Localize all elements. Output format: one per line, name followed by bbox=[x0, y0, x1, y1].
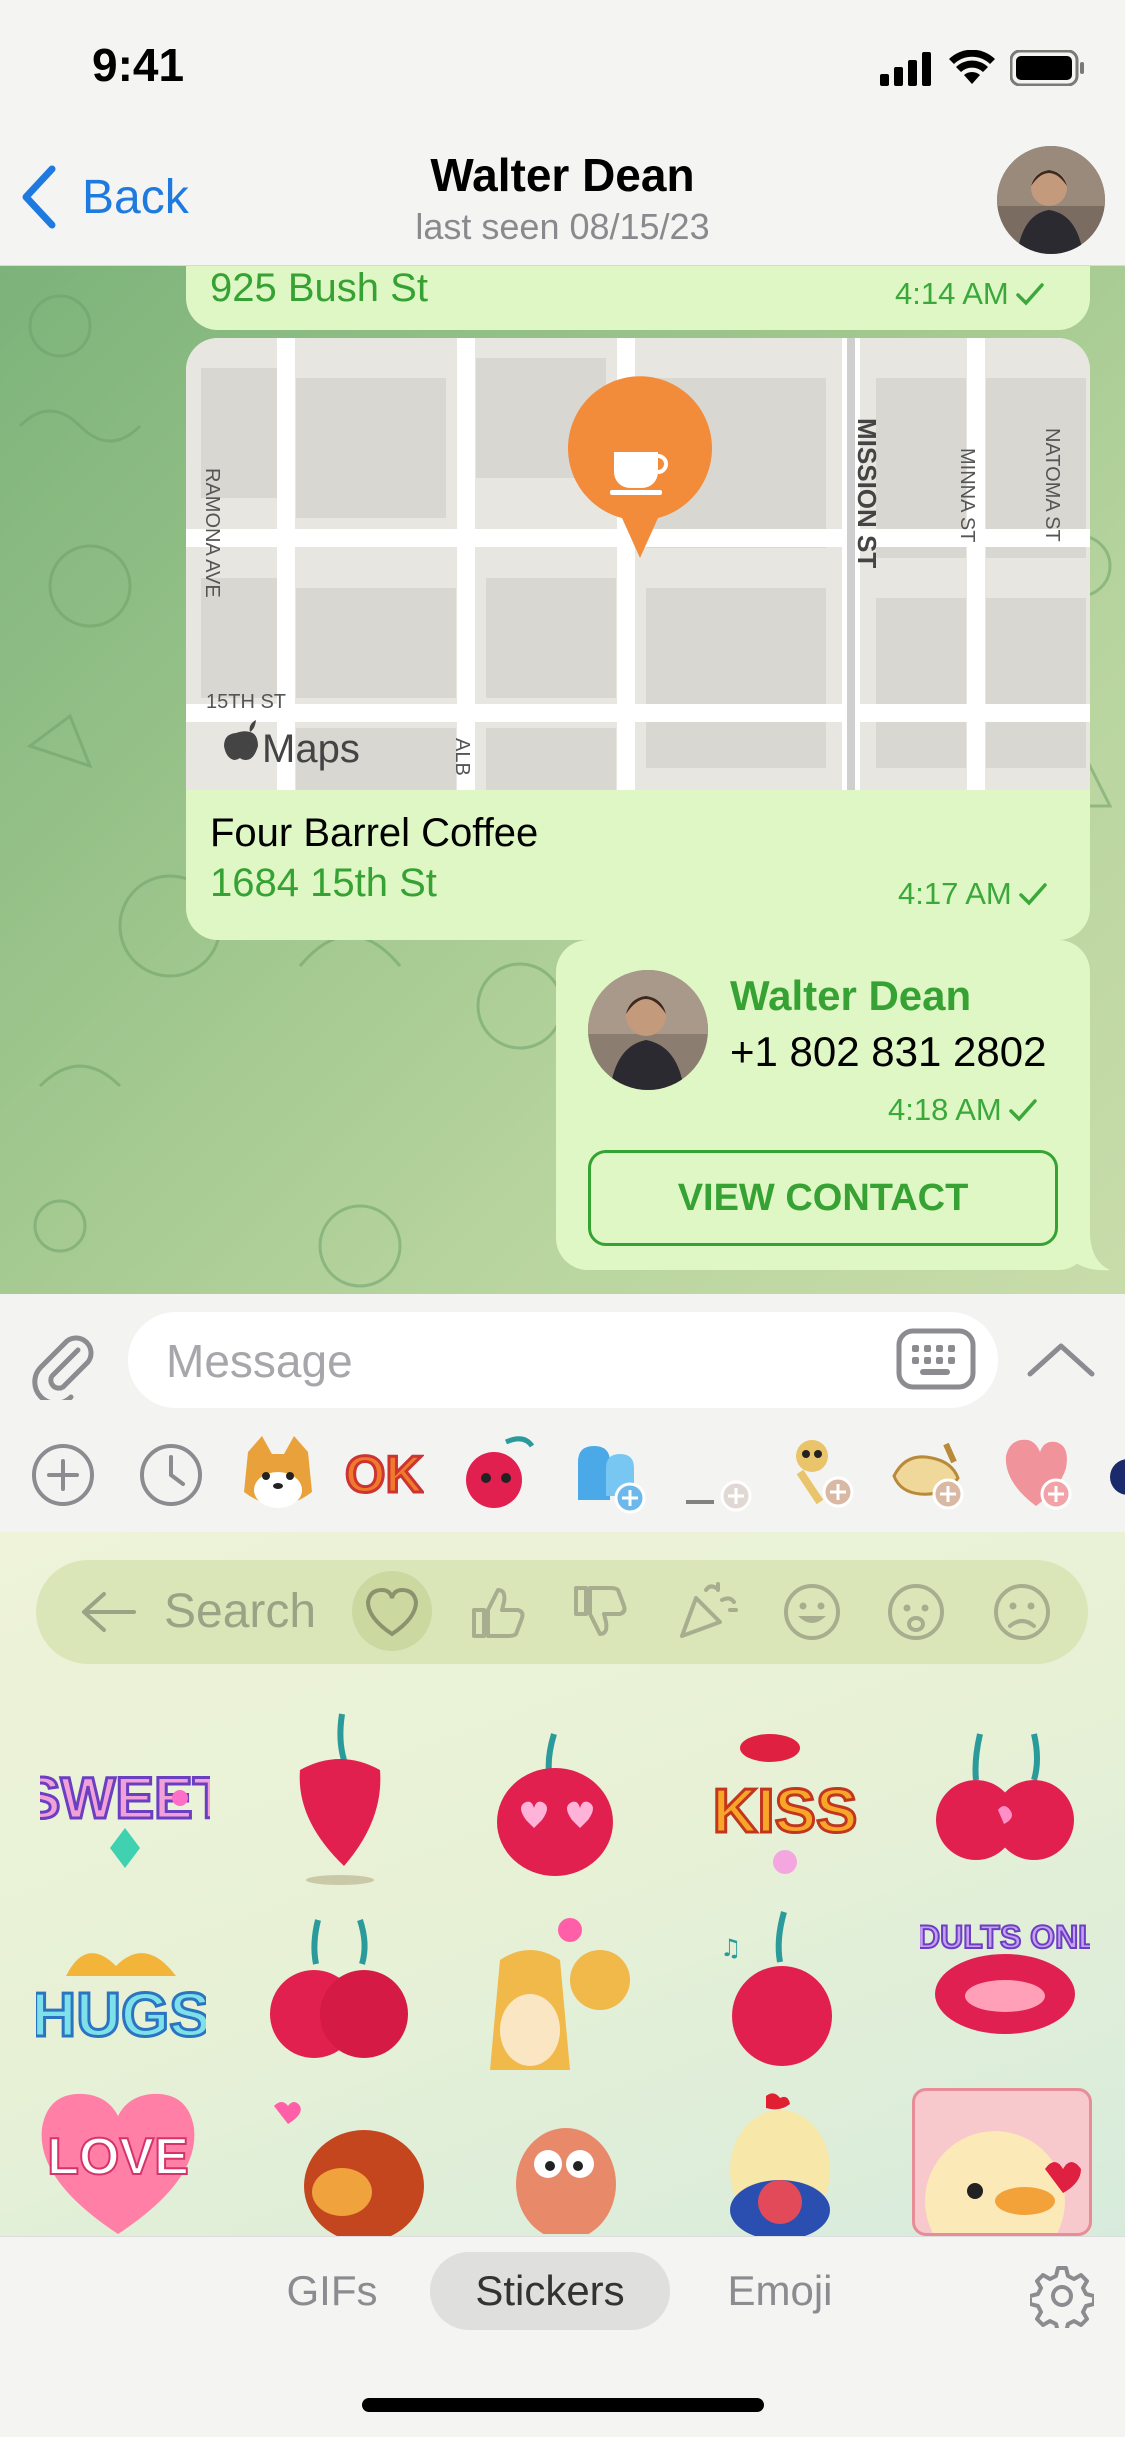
svg-text:LOVE: LOVE bbox=[47, 2128, 189, 2186]
bubble-tail bbox=[1070, 1236, 1110, 1271]
read-check-icon bbox=[1019, 883, 1047, 906]
message-placeholder: Message bbox=[166, 1335, 353, 1387]
svg-text:OK: OK bbox=[345, 1446, 423, 1504]
thumbs-up-icon[interactable] bbox=[468, 1582, 528, 1647]
chevron-up-icon[interactable] bbox=[1026, 1340, 1096, 1385]
sticker-search-placeholder: Search bbox=[164, 1585, 317, 1638]
tab-gifs[interactable]: GIFs bbox=[262, 2252, 402, 2330]
read-check-icon bbox=[1009, 1099, 1037, 1122]
heart-sticker[interactable] bbox=[1000, 1432, 1084, 1517]
keyboard-icon[interactable] bbox=[896, 1328, 976, 1395]
contact-name: Walter Dean bbox=[730, 972, 972, 1019]
ok-sticker[interactable]: OK bbox=[344, 1436, 425, 1517]
address-text: 925 Bush St bbox=[210, 266, 428, 310]
shiba-sticker[interactable] bbox=[236, 1432, 320, 1521]
cherry-kiss-sticker[interactable] bbox=[264, 1910, 414, 2075]
heart-icon[interactable] bbox=[362, 1584, 422, 1645]
cherry-sticker[interactable] bbox=[280, 1710, 400, 1895]
venue-address: 1684 15th St bbox=[210, 861, 437, 905]
pack-sticker[interactable] bbox=[780, 1432, 860, 1517]
smile-icon[interactable] bbox=[782, 1582, 842, 1647]
blue-sticker[interactable] bbox=[570, 1436, 650, 1521]
street-label: RAMONA AVE bbox=[201, 468, 223, 598]
sweet-sticker[interactable]: SWEET bbox=[20, 1728, 230, 1883]
home-indicator bbox=[362, 2398, 764, 2412]
street-label: MINNA ST bbox=[956, 448, 978, 542]
worried-icon[interactable] bbox=[886, 1582, 946, 1647]
view-contact-label: VIEW CONTACT bbox=[677, 1177, 969, 1219]
contact-phone: +1 802 831 2802 bbox=[730, 1028, 1047, 1075]
shiba-muscle-sticker[interactable] bbox=[470, 1900, 650, 2085]
arrow-left-icon[interactable] bbox=[78, 1590, 138, 1639]
street-label: NATOMA ST bbox=[1041, 428, 1063, 542]
tab-emoji[interactable]: Emoji bbox=[700, 2252, 860, 2330]
recent-icon[interactable] bbox=[138, 1442, 204, 1513]
svg-text:KISS: KISS bbox=[713, 1777, 858, 1846]
pack-sticker[interactable] bbox=[1108, 1452, 1125, 1507]
cherry-pair-sticker[interactable] bbox=[930, 1730, 1080, 1875]
last-seen-status: last seen 08/15/23 bbox=[415, 206, 710, 247]
avatar[interactable] bbox=[997, 146, 1105, 254]
kiss-sticker[interactable]: KISS bbox=[700, 1712, 870, 1887]
shrimp-sticker[interactable] bbox=[476, 2104, 646, 2240]
street-label: ALB bbox=[451, 738, 473, 776]
map-preview[interactable]: RAMONA AVE 15TH ST ALB MISSION ST MINNA … bbox=[186, 338, 1090, 790]
contact-avatar[interactable] bbox=[588, 970, 708, 1090]
pack-sticker[interactable] bbox=[886, 1432, 970, 1517]
gear-icon[interactable] bbox=[1028, 2264, 1096, 2334]
signal-icon bbox=[880, 52, 932, 91]
adults-only-sticker[interactable]: ADULTS ONLY bbox=[893, 1910, 1117, 2075]
cherry-music-sticker[interactable]: ♫ bbox=[700, 1906, 860, 2081]
party-icon[interactable] bbox=[676, 1580, 738, 1647]
view-contact-button[interactable]: VIEW CONTACT bbox=[588, 1150, 1058, 1246]
thumbs-down-icon[interactable] bbox=[570, 1582, 630, 1647]
hugs-sticker[interactable]: HUGS bbox=[30, 1916, 212, 2081]
pack-sticker[interactable] bbox=[680, 1440, 756, 1521]
svg-text:♫: ♫ bbox=[720, 1934, 742, 1962]
tab-stickers[interactable]: Stickers bbox=[430, 2252, 670, 2330]
svg-text:HUGS: HUGS bbox=[36, 1981, 206, 2050]
venue-name: Four Barrel Coffee bbox=[210, 811, 539, 855]
status-time: 9:41 bbox=[92, 39, 185, 91]
chicken-sticker[interactable] bbox=[700, 2090, 860, 2241]
message-time: 4:14 AM bbox=[895, 276, 1045, 312]
cherry-sticker[interactable] bbox=[456, 1432, 536, 1517]
message-time: 4:17 AM bbox=[898, 876, 1048, 912]
attach-icon[interactable] bbox=[28, 1328, 100, 1406]
love-sticker[interactable]: LOVE bbox=[28, 2084, 208, 2239]
message-time: 4:18 AM bbox=[888, 1092, 1038, 1128]
cherry-love-sticker[interactable] bbox=[480, 1730, 630, 1885]
street-label: MISSION ST bbox=[852, 418, 882, 568]
dog-sticker[interactable] bbox=[254, 2096, 434, 2242]
chat-title[interactable]: Walter Dean bbox=[0, 148, 1125, 202]
street-label: 15TH ST bbox=[206, 691, 286, 713]
read-check-icon bbox=[1016, 283, 1044, 306]
chat-area[interactable]: 925 Bush St 4:14 AM RAMONA AVE 15TH ST A… bbox=[0, 266, 1125, 1294]
duck-sticker[interactable] bbox=[912, 2088, 1092, 2236]
wifi-icon bbox=[948, 49, 996, 91]
svg-text:ADULTS ONLY: ADULTS ONLY bbox=[920, 1919, 1090, 1955]
sad-icon[interactable] bbox=[992, 1582, 1052, 1647]
svg-text:Maps: Maps bbox=[262, 727, 360, 771]
add-pack-icon[interactable] bbox=[30, 1442, 96, 1513]
battery-icon bbox=[1009, 49, 1086, 91]
